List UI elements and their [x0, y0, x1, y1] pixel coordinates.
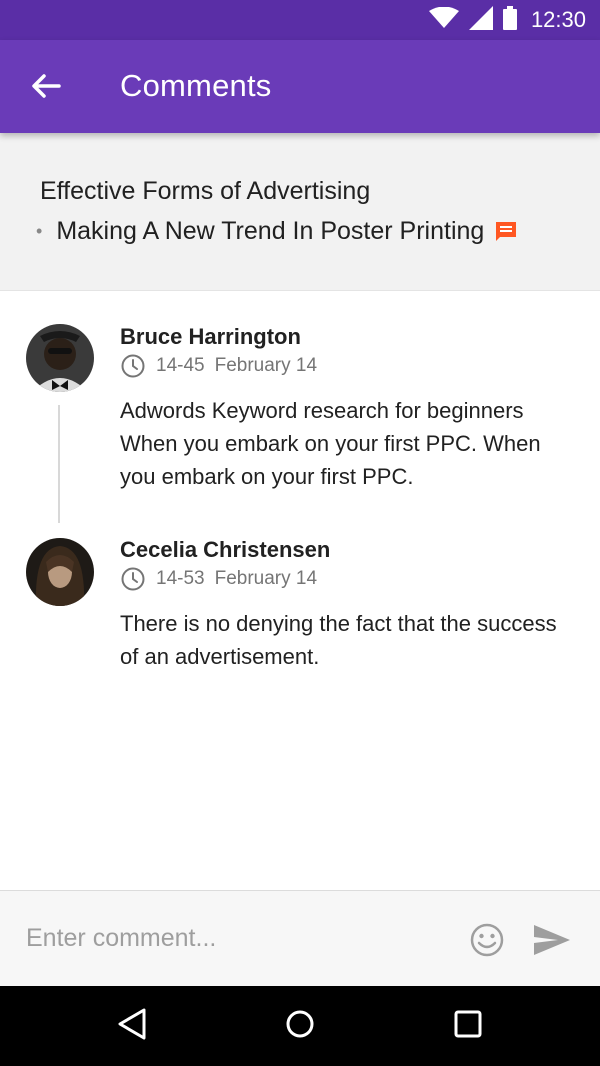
send-icon [532, 925, 572, 963]
post-title: Effective Forms of Advertising [40, 177, 371, 205]
home-circle-icon [285, 1009, 315, 1044]
send-button[interactable] [532, 921, 572, 959]
signal-icon [468, 5, 493, 35]
thread-line [58, 405, 60, 523]
comment-time: 14-53 [156, 568, 205, 589]
clock-icon [120, 566, 146, 592]
comment-composer [0, 890, 600, 986]
clock-icon [120, 353, 146, 379]
page-title: Comments [120, 68, 272, 103]
comments-list: Bruce Harrington 14-45 February 14 Adwor… [0, 292, 600, 890]
app-bar: Comments [0, 40, 600, 133]
back-button[interactable] [22, 64, 70, 112]
recents-square-icon [454, 1010, 482, 1043]
comment-date: February 14 [214, 568, 318, 589]
status-icons: 12:30 [428, 0, 586, 40]
nav-back-button[interactable] [112, 1006, 152, 1046]
avatar[interactable] [26, 324, 94, 392]
comment-meta: 14-45 February 14 [120, 353, 317, 379]
wifi-icon [428, 6, 459, 34]
comment-author[interactable]: Bruce Harrington [120, 324, 301, 350]
nav-recents-button[interactable] [448, 1006, 488, 1046]
comment-meta: 14-53 February 14 [120, 566, 317, 592]
comment-date: February 14 [214, 355, 318, 376]
bullet: • [36, 221, 43, 241]
comment-author[interactable]: Cecelia Christensen [120, 537, 330, 563]
avatar[interactable] [26, 538, 94, 606]
post-subtitle[interactable]: Making A New Trend In Poster Printing [56, 217, 484, 246]
post-header: Effective Forms of Advertising • Making … [0, 133, 600, 291]
nav-home-button[interactable] [280, 1006, 320, 1046]
back-triangle-icon [116, 1007, 148, 1046]
back-arrow-icon [31, 73, 61, 104]
navigation-bar [0, 986, 600, 1066]
battery-icon [502, 5, 517, 35]
comment-text: Adwords Keyword research for beginners W… [120, 398, 541, 489]
emoji-icon [468, 923, 506, 963]
status-bar: 12:30 [0, 0, 600, 40]
status-time: 12:30 [530, 7, 586, 32]
comment-icon [494, 220, 518, 244]
comment-text: There is no denying the fact that the su… [120, 611, 557, 669]
emoji-button[interactable] [468, 921, 506, 959]
post-subtitle-row: • Making A New Trend In Poster Printing [36, 217, 518, 246]
comment-input[interactable] [26, 917, 426, 959]
comment-time: 14-45 [156, 355, 205, 376]
